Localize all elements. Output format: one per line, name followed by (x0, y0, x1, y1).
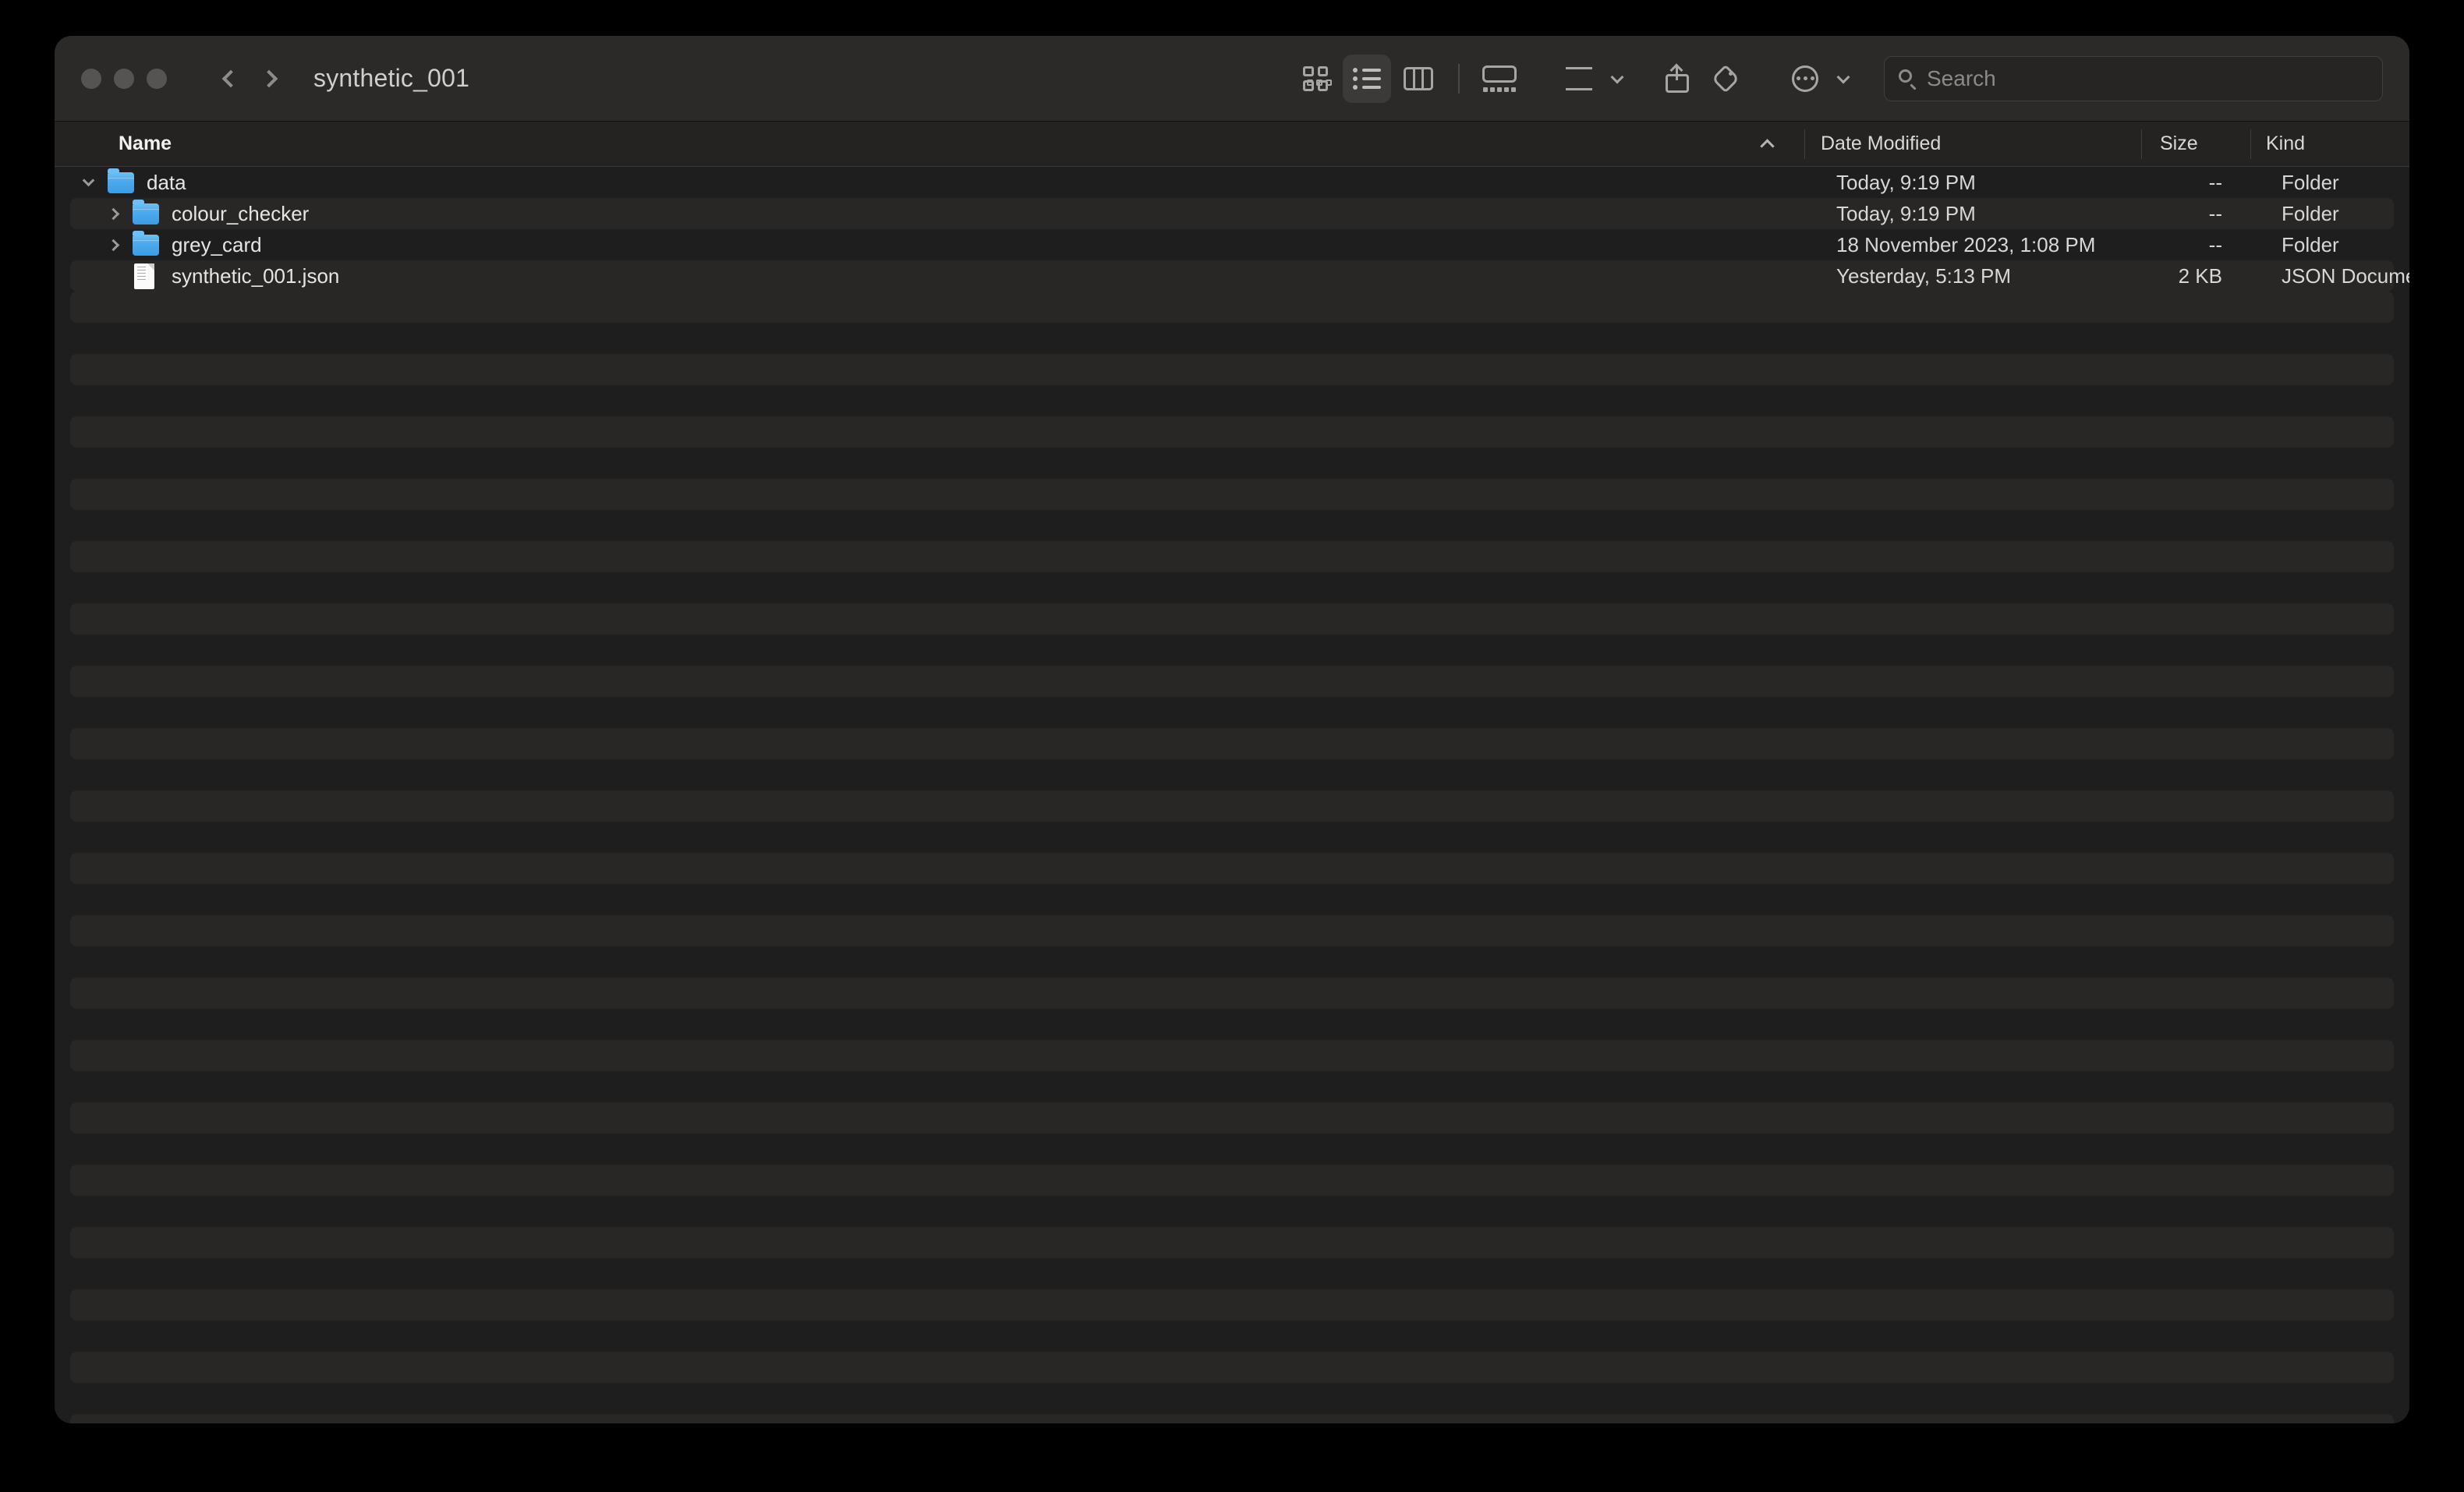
table-row[interactable]: grey_card 18 November 2023, 1:08 PM -- F… (70, 229, 2394, 260)
sort-indicator[interactable] (1760, 122, 1775, 166)
empty-stripe (70, 790, 2394, 822)
file-name: synthetic_001.json (172, 263, 340, 288)
navigation-buttons (211, 61, 289, 97)
empty-stripe (70, 1040, 2394, 1071)
empty-stripe (70, 978, 2394, 1009)
file-list: data Today, 9:19 PM -- Folder colour_che… (55, 167, 2409, 1423)
group-by-button[interactable] (1307, 55, 1603, 103)
empty-stripe (70, 666, 2394, 697)
empty-stripe (70, 1289, 2394, 1321)
forward-button[interactable] (253, 61, 289, 97)
file-kind: Folder (2282, 170, 2339, 194)
empty-stripe (70, 728, 2394, 759)
table-row[interactable]: colour_checker Today, 9:19 PM -- Folder (70, 198, 2394, 229)
file-size: 2 KB (2178, 263, 2222, 288)
search-icon (1899, 69, 1917, 90)
file-size: -- (2208, 232, 2222, 256)
column-divider[interactable] (2141, 129, 2142, 159)
finder-window: synthetic_001 Search Name Date Modified … (55, 36, 2409, 1423)
back-button[interactable] (211, 61, 246, 97)
toolbar-right-cluster: Search (1291, 36, 2409, 121)
empty-stripe (70, 1165, 2394, 1196)
column-divider[interactable] (2250, 129, 2251, 159)
file-name: data (147, 170, 186, 194)
tag-icon (1711, 64, 1740, 93)
chevron-up-icon (1760, 138, 1775, 154)
empty-stripe (70, 1227, 2394, 1258)
toolbar: synthetic_001 Search (55, 36, 2409, 122)
column-header-size[interactable]: Size (2160, 122, 2198, 166)
file-date-modified: Yesterday, 5:13 PM (1836, 263, 2012, 288)
chevron-right-icon (260, 69, 278, 87)
empty-stripe (70, 292, 2394, 323)
page-title: synthetic_001 (313, 64, 470, 92)
file-size: -- (2208, 170, 2222, 194)
file-size: -- (2208, 201, 2222, 225)
column-header: Name Date Modified Size Kind (55, 122, 2409, 167)
folder-icon (108, 168, 134, 193)
empty-stripe (70, 915, 2394, 946)
group-by-icon (1307, 66, 1592, 90)
chevron-left-icon (221, 69, 239, 87)
file-date-modified: Today, 9:19 PM (1836, 201, 1976, 225)
folder-icon (133, 230, 159, 256)
file-name: grey_card (172, 232, 262, 256)
empty-stripe (70, 416, 2394, 447)
empty-stripe (70, 541, 2394, 572)
column-header-date-modified[interactable]: Date Modified (1821, 122, 1941, 166)
json-document-icon (134, 263, 154, 289)
disclosure-triangle[interactable] (106, 205, 123, 222)
file-kind: JSON Document (2282, 263, 2409, 288)
empty-stripe (70, 603, 2394, 635)
folder-icon (133, 199, 159, 225)
empty-stripe (70, 354, 2394, 385)
file-date-modified: Today, 9:19 PM (1836, 170, 1976, 194)
column-header-name[interactable]: Name (119, 122, 172, 166)
column-divider[interactable] (1804, 129, 1805, 159)
traffic-lights (81, 68, 167, 89)
empty-stripe (70, 1352, 2394, 1383)
file-kind: Folder (2282, 232, 2339, 256)
file-date-modified: 18 November 2023, 1:08 PM (1836, 232, 2096, 256)
disclosure-triangle[interactable] (106, 236, 123, 253)
minimize-button[interactable] (114, 68, 134, 89)
column-header-kind[interactable]: Kind (2266, 122, 2305, 166)
zoom-button[interactable] (147, 68, 167, 89)
share-icon (1666, 63, 1689, 93)
empty-stripe (70, 479, 2394, 510)
empty-stripe (70, 1414, 2394, 1423)
table-row[interactable]: data Today, 9:19 PM -- Folder (70, 167, 2394, 198)
file-name: colour_checker (172, 201, 310, 225)
close-button[interactable] (81, 68, 101, 89)
empty-stripe (70, 1102, 2394, 1133)
table-row[interactable]: synthetic_001.json Yesterday, 5:13 PM 2 … (70, 260, 2409, 292)
disclosure-triangle[interactable] (80, 174, 97, 191)
empty-stripe (70, 853, 2394, 884)
file-kind: Folder (2282, 201, 2339, 225)
